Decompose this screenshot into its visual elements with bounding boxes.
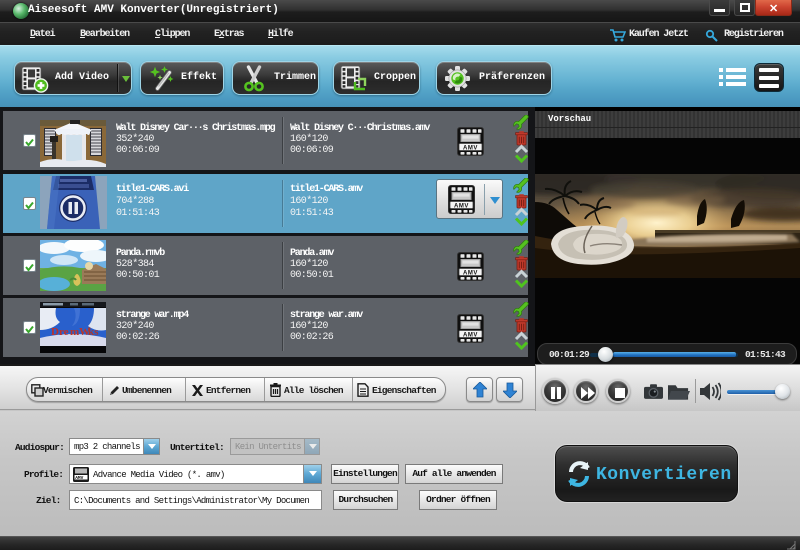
svg-text:AMV: AMV (463, 270, 478, 276)
svg-text:Dre: Dre (51, 326, 69, 338)
svg-text:AMV: AMV (75, 475, 83, 481)
svg-text:ks: ks (88, 326, 99, 338)
svg-text:AMV: AMV (454, 203, 469, 209)
svg-text:AMV: AMV (463, 145, 478, 151)
svg-text:AMV: AMV (463, 332, 478, 338)
